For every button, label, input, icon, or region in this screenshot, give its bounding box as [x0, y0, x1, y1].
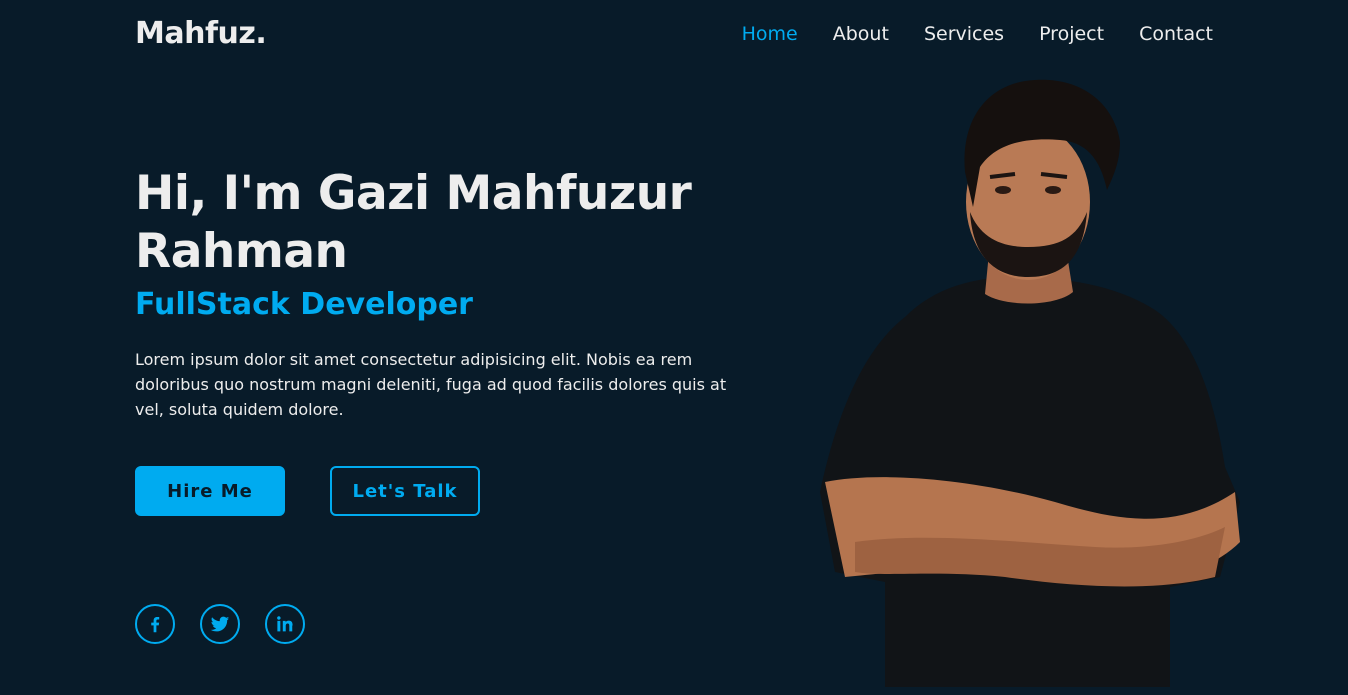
hero-buttons: Hire Me Let's Talk — [135, 466, 480, 516]
facebook-icon — [151, 616, 160, 633]
hero-role: FullStack Developer — [135, 287, 473, 322]
site-logo[interactable]: Mahfuz. — [135, 16, 267, 51]
hire-me-button[interactable]: Hire Me — [135, 466, 285, 516]
nav-home[interactable]: Home — [742, 22, 798, 46]
twitter-link[interactable] — [200, 604, 240, 644]
hero-description: Lorem ipsum dolor sit amet consectetur a… — [135, 350, 727, 419]
facebook-link[interactable] — [135, 604, 175, 644]
nav-services[interactable]: Services — [924, 22, 1004, 46]
social-links — [135, 604, 305, 644]
main-nav: Home About Services Project Contact — [707, 22, 1213, 46]
hero-title: Hi, I'm Gazi Mahfuzur Rahman — [135, 165, 755, 281]
hero-title-line1: Hi, I'm Gazi Mahfuzur — [135, 166, 692, 221]
nav-contact[interactable]: Contact — [1139, 22, 1213, 46]
linkedin-link[interactable] — [265, 604, 305, 644]
lets-talk-button[interactable]: Let's Talk — [330, 466, 480, 516]
nav-about[interactable]: About — [833, 22, 889, 46]
hero-title-line2: Rahman — [135, 224, 348, 279]
hero-section: Hi, I'm Gazi Mahfuzur Rahman FullStack D… — [135, 165, 755, 422]
twitter-icon — [210, 616, 230, 632]
linkedin-icon — [277, 616, 293, 632]
nav-project[interactable]: Project — [1039, 22, 1104, 46]
profile-photo — [820, 79, 1240, 687]
